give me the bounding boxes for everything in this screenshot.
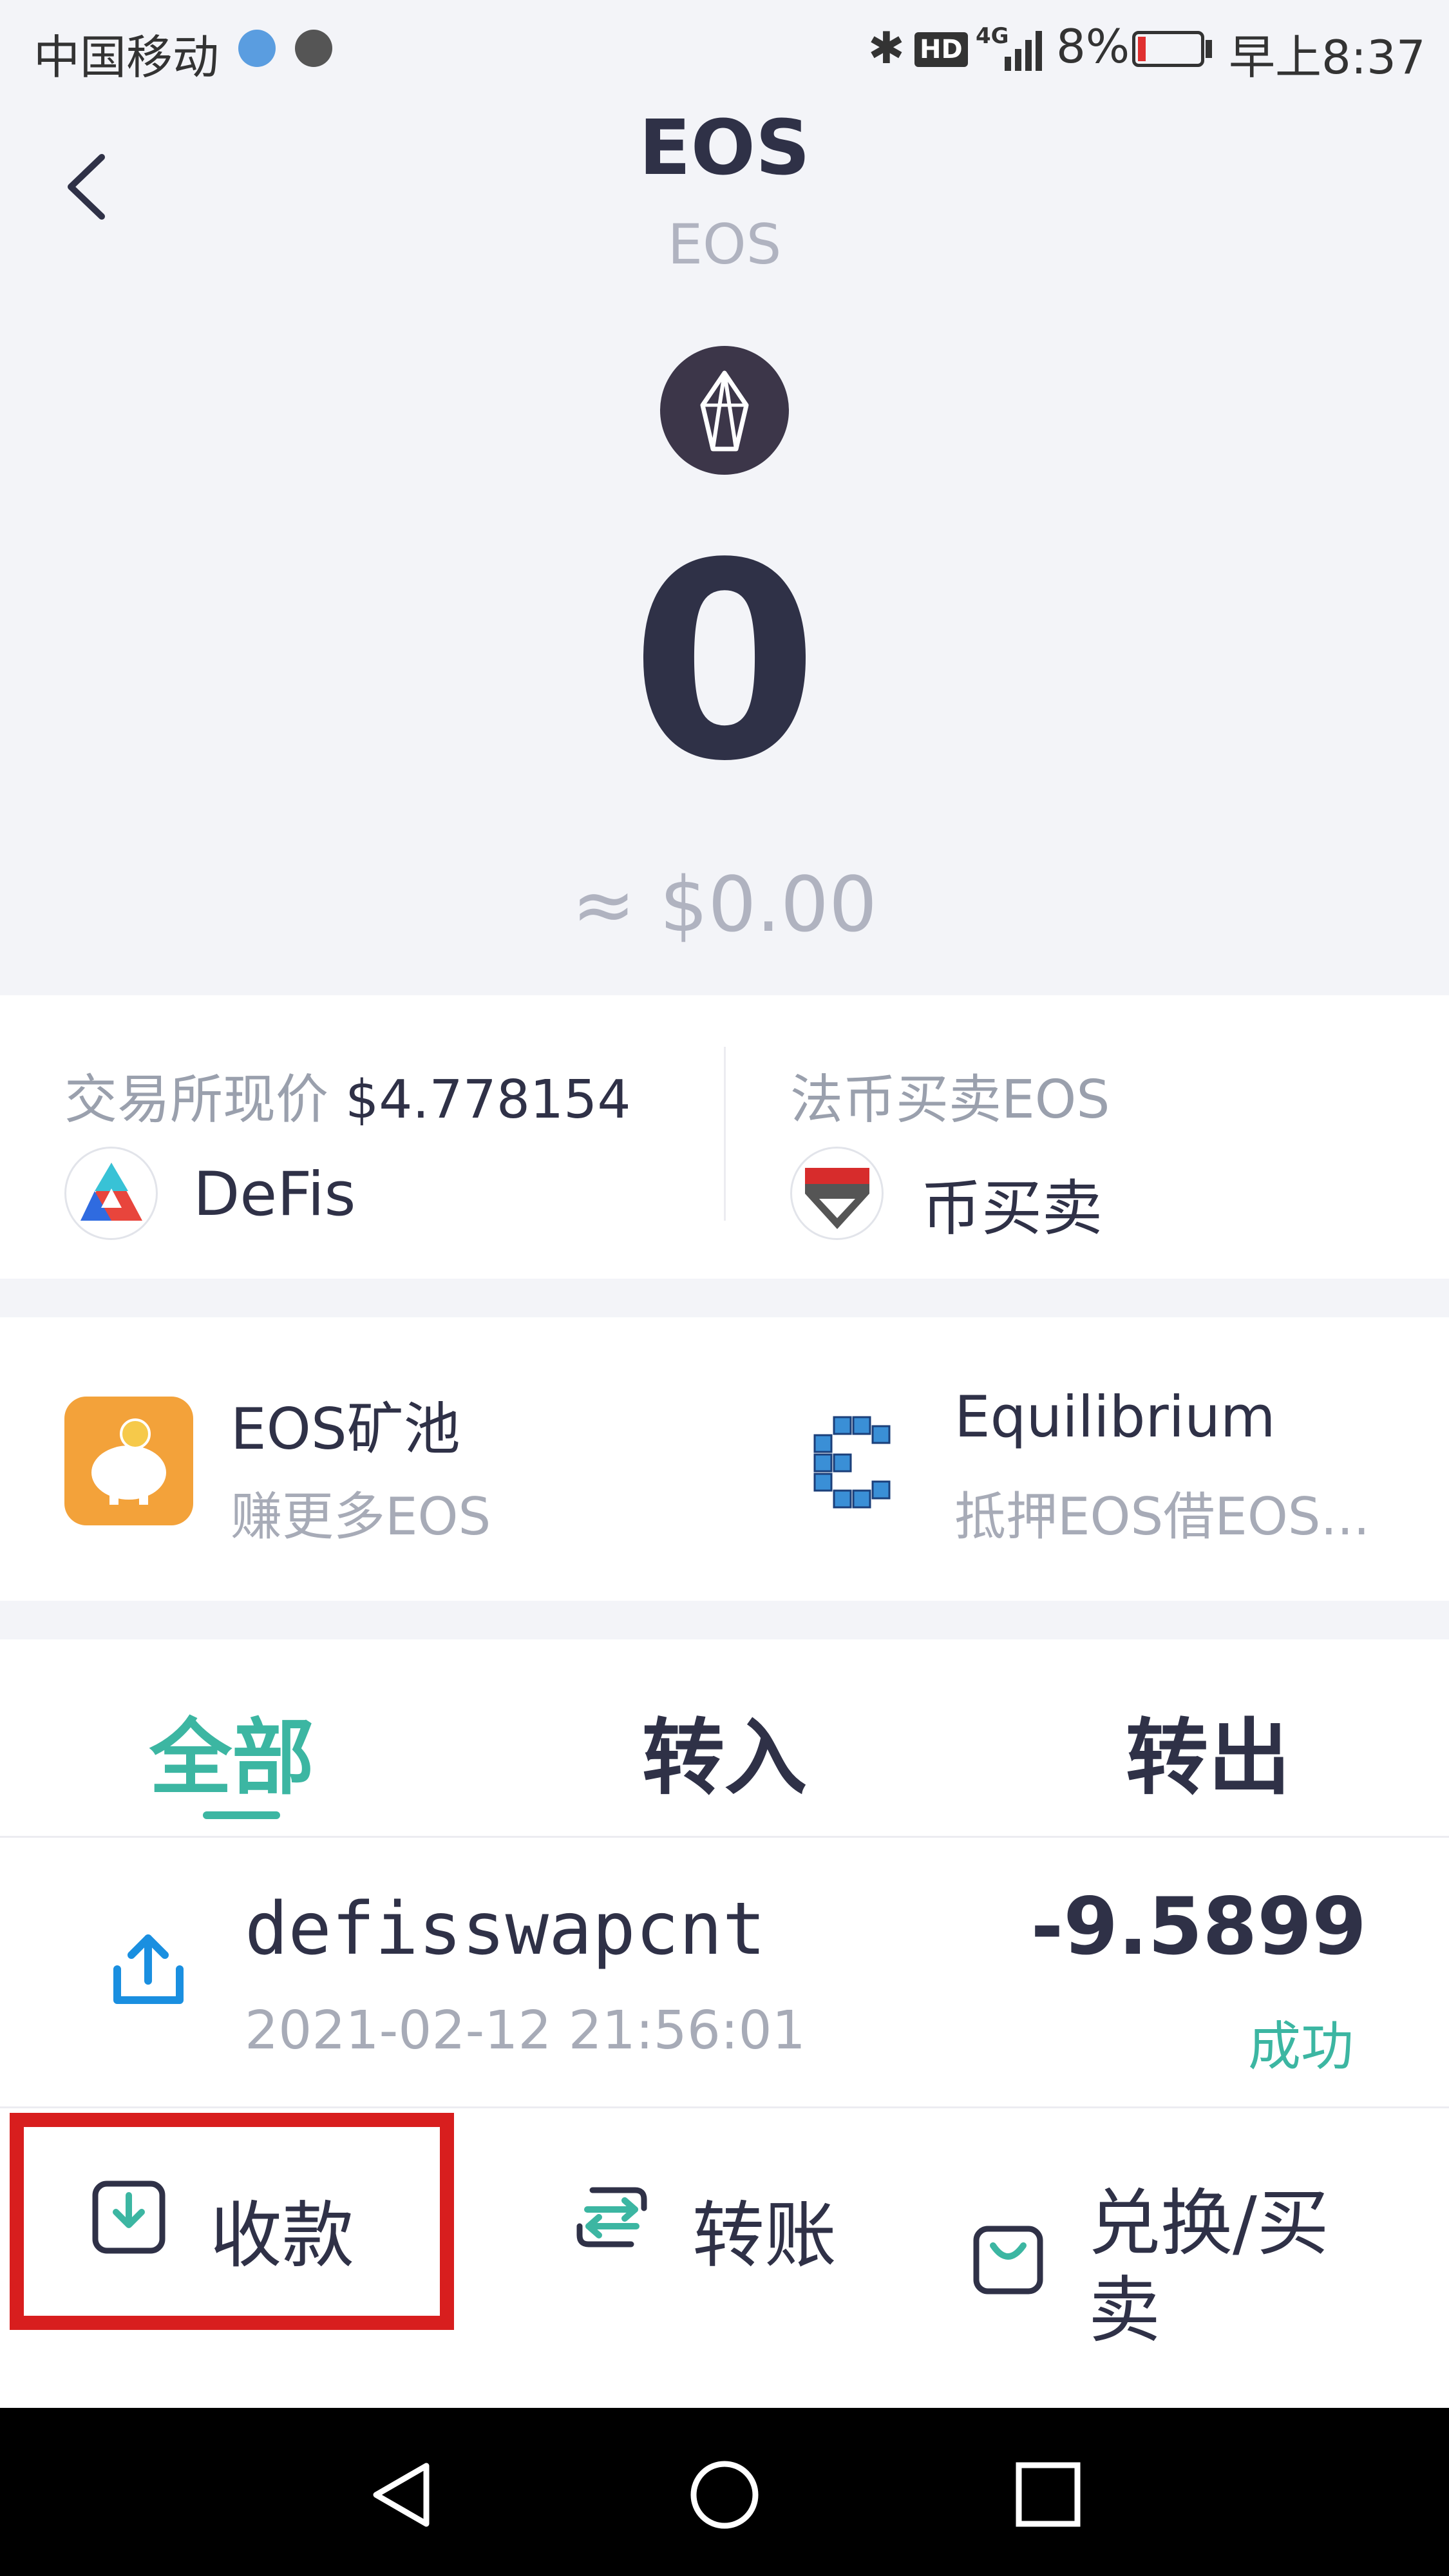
page-title: EOS <box>639 103 810 192</box>
clock: 早上8:37 <box>1229 30 1426 84</box>
fiat-trade-name[interactable]: 币买卖 <box>921 1159 1103 1247</box>
exchange-label: 交易所现价 <box>64 1069 329 1131</box>
exchange-name[interactable]: DeFis <box>193 1159 356 1230</box>
network-label: 4G <box>976 23 1009 49</box>
dapp-subtitle: 抵押EOS借EOS... <box>954 1487 1370 1547</box>
nav-home-icon[interactable] <box>689 2459 760 2530</box>
signal-icon <box>1005 31 1042 71</box>
upload-icon <box>113 1934 184 2004</box>
tab-outgoing[interactable]: 转出 <box>1126 1691 1291 1810</box>
tx-status: 成功 <box>1247 2016 1354 2077</box>
defis-logo-icon <box>64 1147 158 1240</box>
dapp-section <box>0 1317 1449 1601</box>
tx-counterparty: defisswapcnt <box>245 1887 766 1971</box>
piggy-bank-icon[interactable] <box>64 1397 193 1525</box>
tx-date: 2021-02-12 21:56:01 <box>245 2000 806 2061</box>
battery-percent: 8% <box>1056 19 1130 73</box>
shopping-bag-icon <box>973 2226 1043 2295</box>
section-gap <box>0 1601 1449 1639</box>
nav-back-icon[interactable] <box>368 2459 433 2530</box>
page-subtitle: EOS <box>667 213 782 277</box>
browser-status-icon <box>238 30 276 67</box>
tab-incoming[interactable]: 转入 <box>642 1691 807 1810</box>
bluetooth-icon: ✱ <box>868 23 905 74</box>
battery-tip <box>1206 40 1212 58</box>
dapp-title[interactable]: Equilibrium <box>954 1384 1276 1450</box>
exchange-button[interactable]: 兑换/买卖 <box>966 2126 1417 2383</box>
tab-all[interactable]: 全部 <box>149 1691 314 1810</box>
transfer-label: 转账 <box>692 2194 837 2278</box>
exchange-price: $4.778154 <box>345 1069 631 1131</box>
exchange-label: 兑换/买卖 <box>1088 2182 1329 2352</box>
audio-status-icon <box>295 30 332 67</box>
eos-logo-icon <box>660 346 789 475</box>
hd-badge: HD <box>914 32 968 67</box>
divider <box>724 1047 726 1221</box>
equilibrium-logo-icon[interactable] <box>802 1404 918 1520</box>
tx-amount: -9.5899 <box>1030 1881 1367 1972</box>
fiat-trade-label: 法币买卖EOS <box>790 1069 1110 1131</box>
section-gap <box>0 1279 1449 1317</box>
carrier-label: 中国移动 <box>33 30 220 84</box>
highlight-box <box>10 2113 454 2330</box>
battery-icon <box>1132 31 1204 67</box>
dapp-title[interactable]: EOS矿池 <box>231 1384 460 1465</box>
exchange-price-row[interactable]: 交易所现价 $4.778154 <box>64 1056 631 1133</box>
fiat-value: ≈ $0.00 <box>571 860 878 949</box>
balance-amount: 0 <box>630 506 819 821</box>
swap-icon <box>576 2187 647 2247</box>
dapp-subtitle: 赚更多EOS <box>231 1487 491 1547</box>
tab-indicator <box>203 1811 280 1819</box>
bimaimai-logo-icon <box>790 1147 884 1240</box>
transfer-button[interactable]: 转账 <box>567 2126 914 2319</box>
nav-recents-icon[interactable] <box>1014 2461 1082 2528</box>
